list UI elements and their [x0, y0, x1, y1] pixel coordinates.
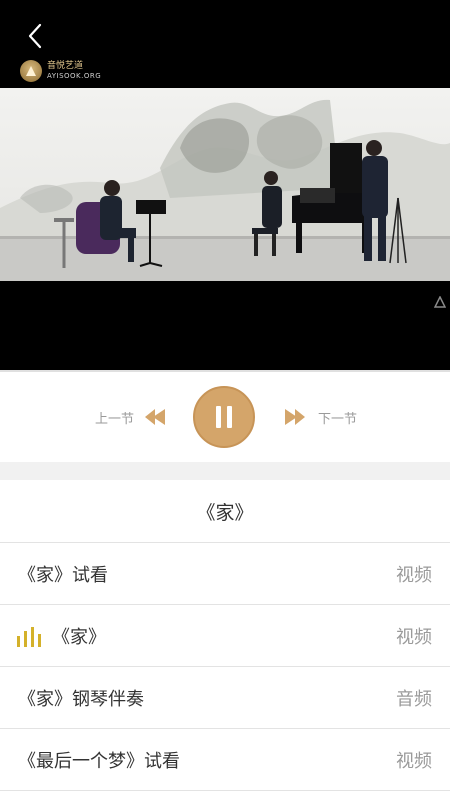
next-button[interactable] — [281, 403, 309, 431]
item-type: 音频 — [396, 688, 432, 710]
section-divider — [0, 462, 450, 480]
lesson-list: 《家》试看 视频 《家》 视频 《家》钢琴伴奏 音频 《最后一个梦》试看 视频 — [0, 543, 450, 791]
video-player[interactable]: 音悦艺道 AYISOOK.ORG — [0, 0, 450, 370]
logo-chinese-text: 音悦艺道 — [47, 61, 84, 71]
logo-badge-icon — [20, 60, 42, 82]
list-item-active[interactable]: 《家》 视频 — [0, 605, 450, 667]
previous-icon — [145, 409, 165, 425]
back-button[interactable] — [22, 22, 50, 50]
lesson-title: 《家》 — [0, 480, 450, 543]
item-type: 视频 — [396, 626, 432, 648]
item-type: 视频 — [396, 564, 432, 586]
previous-button[interactable] — [141, 403, 169, 431]
pause-icon — [216, 406, 221, 428]
previous-label[interactable]: 上一节 — [95, 408, 134, 427]
brand-logo: 音悦艺道 AYISOOK.ORG — [20, 60, 101, 82]
list-item[interactable]: 《家》钢琴伴奏 音频 — [0, 667, 450, 729]
now-playing-icon — [17, 627, 41, 647]
watermark-icon — [434, 296, 446, 308]
item-type: 视频 — [396, 750, 432, 772]
pause-button[interactable] — [193, 386, 255, 448]
list-item[interactable]: 《最后一个梦》试看 视频 — [0, 729, 450, 791]
item-title: 《家》试看 — [18, 564, 108, 586]
video-frame — [0, 88, 450, 281]
chevron-left-icon — [28, 23, 42, 49]
item-title: 《最后一个梦》试看 — [18, 750, 180, 772]
item-title: 《家》钢琴伴奏 — [18, 688, 144, 710]
list-item[interactable]: 《家》试看 视频 — [0, 543, 450, 605]
item-title: 《家》 — [52, 626, 106, 648]
next-label[interactable]: 下一节 — [318, 408, 357, 427]
logo-english-text: AYISOOK.ORG — [47, 72, 102, 80]
next-icon — [285, 409, 305, 425]
player-controls: 上一节 下一节 — [0, 370, 450, 464]
